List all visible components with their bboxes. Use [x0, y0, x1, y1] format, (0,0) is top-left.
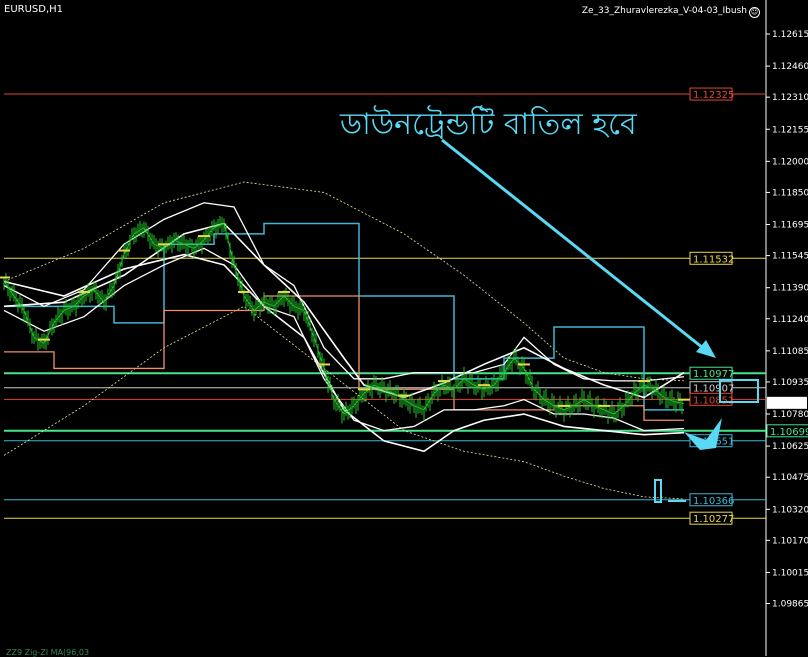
price-level-label: 1.11532: [693, 254, 734, 265]
annotation-arrow-head: [696, 340, 716, 358]
y-tick-label: 1.11240: [772, 315, 808, 325]
inner-band-lower: [3, 247, 685, 432]
price-level-label: 1.10977: [693, 369, 734, 380]
price-level-label: 1.10277: [693, 514, 734, 525]
y-tick-label: 1.10625: [772, 442, 808, 452]
y-tick-label: 1.11085: [772, 347, 808, 357]
price-level-label: 1.10366: [693, 496, 734, 507]
y-tick-label: 1.11390: [772, 284, 808, 294]
y-tick-label: 1.10015: [772, 568, 808, 578]
price-level-label: 1.12325: [693, 90, 734, 101]
y-tick-label: 1.10170: [772, 536, 808, 546]
y-tick-label: 1.11545: [772, 252, 808, 262]
indicator-label: Ze_33_Zhuravlerezka_V-04-03_Ibush ☺: [582, 6, 760, 18]
indicator-name: Ze_33_Zhuravlerezka_V-04-03_Ibush: [581, 6, 747, 16]
y-tick-label: 1.10320: [772, 505, 808, 515]
smiley-icon: ☺: [749, 7, 760, 18]
y-tick-label: 1.12155: [772, 125, 808, 135]
symbol-label: EURUSD,H1: [4, 4, 64, 15]
y-tick-label: 1.12615: [772, 30, 808, 40]
y-tick-label: 1.11850: [772, 188, 808, 198]
annotation-text: ডাউনট্রেন্ডটি বাতিল হবে: [340, 107, 637, 142]
price-chart[interactable]: 1.12615 1.12460 1.12310 1.12155 1.12000 1.118…: [0, 0, 808, 656]
y-tick-label: 1.10475: [772, 473, 808, 483]
inner-band-upper: [3, 202, 685, 382]
envelope-upper-line: [3, 181, 685, 382]
current-price-label: 1.10834: [770, 400, 807, 410]
price-level-label: 1.10851: [693, 395, 734, 406]
y-tick-label: 1.12310: [772, 93, 808, 103]
annotation-arrow-line: [441, 138, 709, 354]
y-tick-label: 1.12460: [772, 62, 808, 72]
y-tick-label: 1.09865: [772, 600, 808, 610]
projection-marker: [654, 479, 662, 503]
y-tick-label: 1.12000: [772, 157, 808, 167]
price-level-label: 1.10699: [770, 427, 808, 438]
y-tick-label: 1.11695: [772, 221, 808, 231]
y-tick-label: 1.10935: [772, 378, 808, 388]
y-tick-label: 1.10780: [772, 410, 808, 420]
chart-window[interactable]: 1.12615 1.12460 1.12310 1.12155 1.12000 1.118…: [0, 0, 808, 657]
